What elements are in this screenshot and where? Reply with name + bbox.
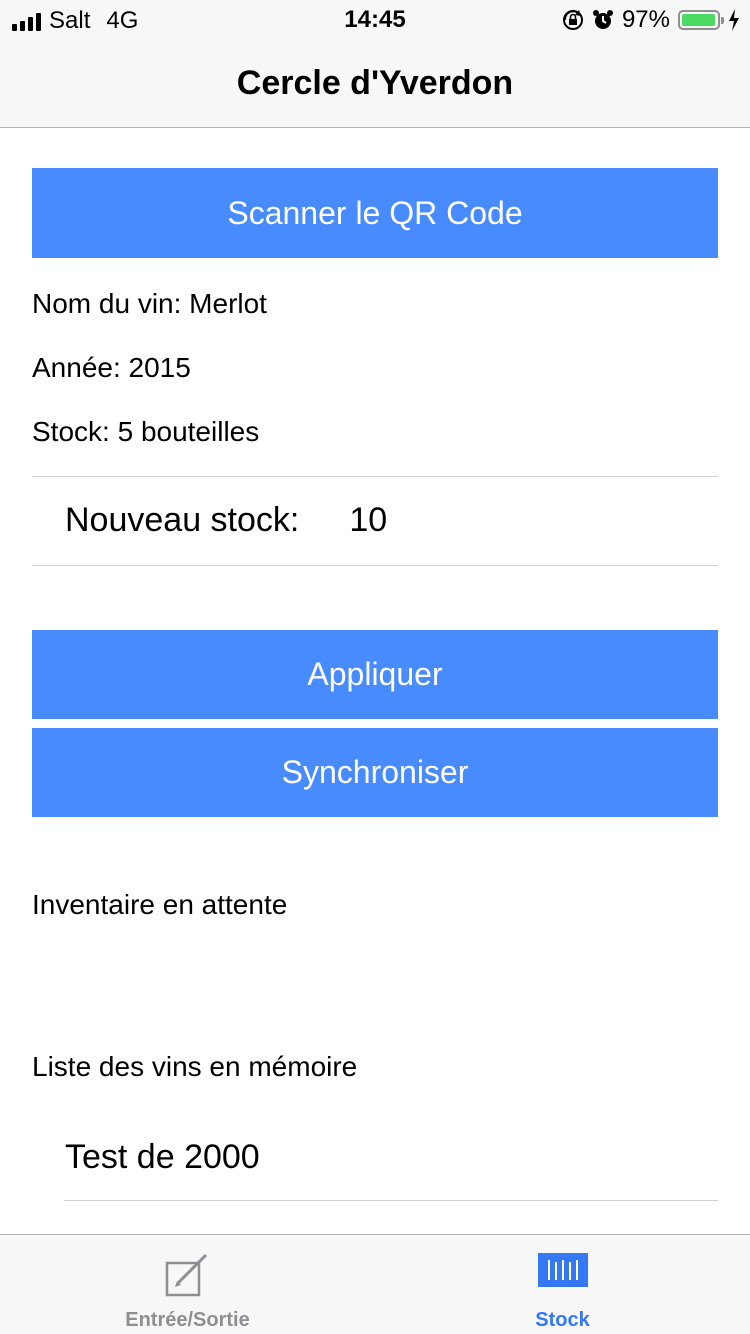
orientation-lock-icon bbox=[562, 10, 583, 30]
wine-year-text: Année: 2015 bbox=[32, 352, 191, 383]
tab-label: Stock bbox=[535, 1309, 590, 1331]
battery-icon bbox=[678, 10, 724, 30]
new-stock-label: Nouveau stock: bbox=[65, 501, 300, 539]
new-stock-row: Nouveau stock: 10 bbox=[65, 501, 409, 540]
navigation-bar: Cercle d'Yverdon bbox=[0, 40, 750, 128]
battery-tip bbox=[721, 17, 724, 24]
app-screen: Salt 4G 14:45 97% Cercle d'Yverdon Scann… bbox=[0, 0, 750, 1334]
barcode-icon bbox=[537, 1253, 588, 1287]
divider bbox=[32, 565, 718, 566]
status-bar: Salt 4G 14:45 97% bbox=[0, 0, 750, 40]
page-title: Cercle d'Yverdon bbox=[236, 64, 514, 102]
alarm-icon bbox=[592, 10, 613, 29]
tab-stock[interactable]: Stock bbox=[375, 1235, 750, 1334]
battery-percent: 97% bbox=[621, 6, 670, 33]
list-item[interactable]: Test de 2000 bbox=[65, 1138, 260, 1177]
compose-icon bbox=[165, 1253, 207, 1297]
new-stock-input[interactable]: 10 bbox=[349, 501, 409, 540]
sync-button[interactable]: Synchroniser bbox=[32, 728, 718, 817]
tab-entree-sortie[interactable]: Entrée/Sortie bbox=[0, 1235, 375, 1334]
tab-label: Entrée/Sortie bbox=[125, 1309, 250, 1331]
wine-name-text: Nom du vin: Merlot bbox=[32, 288, 267, 319]
charging-bolt-icon bbox=[729, 9, 739, 31]
wine-stock-text: Stock: 5 bouteilles bbox=[32, 416, 260, 447]
tab-bar: Entrée/Sortie Stock bbox=[0, 1234, 750, 1334]
wine-list[interactable]: Test de 2000 bbox=[0, 1100, 750, 1234]
apply-button[interactable]: Appliquer bbox=[32, 630, 718, 719]
divider bbox=[32, 476, 718, 477]
scan-qr-button[interactable]: Scanner le QR Code bbox=[32, 168, 718, 258]
list-separator bbox=[64, 1200, 718, 1201]
battery-fill bbox=[682, 14, 715, 26]
pending-inventory-label: Inventaire en attente bbox=[32, 889, 288, 920]
status-right: 97% bbox=[562, 6, 740, 34]
wine-memory-label: Liste des vins en mémoire bbox=[32, 1051, 358, 1082]
